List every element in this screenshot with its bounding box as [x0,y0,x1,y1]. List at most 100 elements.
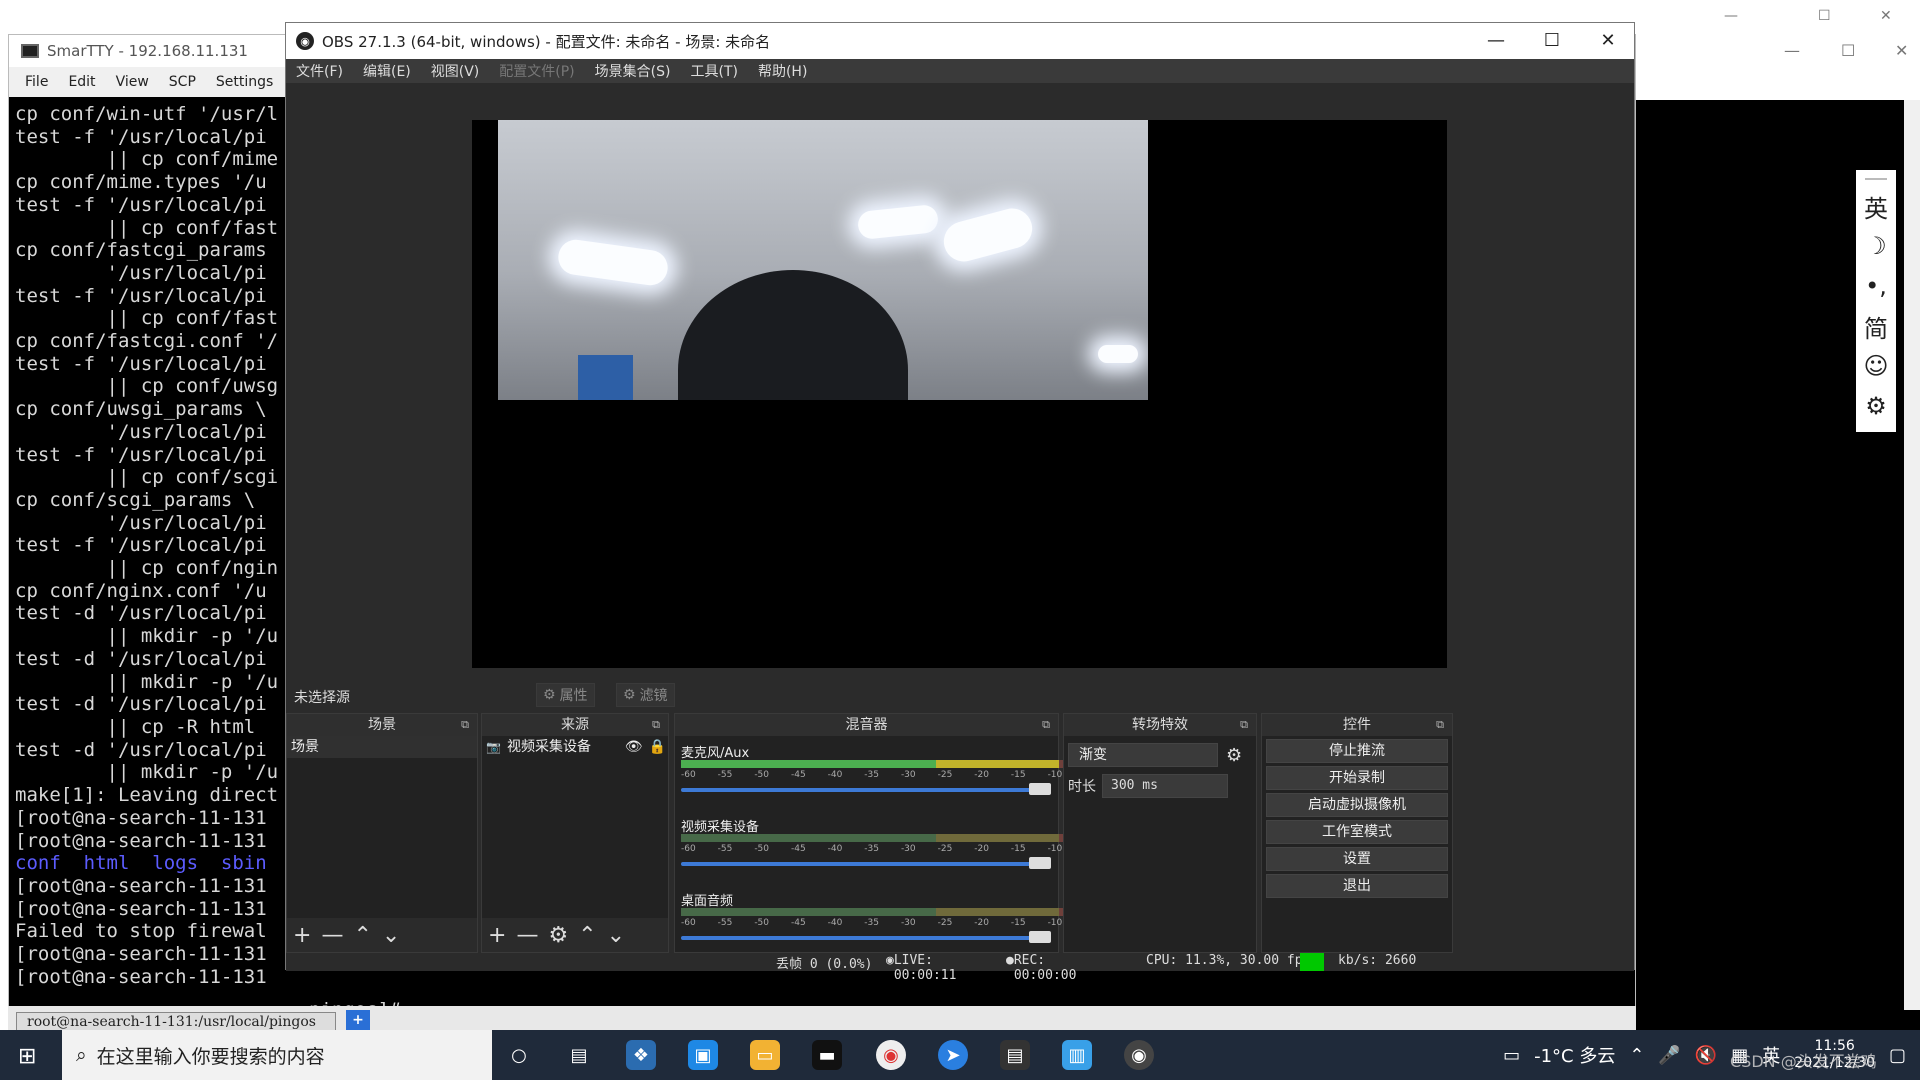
obs-titlebar[interactable]: ◉ OBS 27.1.3 (64-bit, windows) - 配置文件: 未… [286,23,1634,59]
bg-close-icon[interactable]: ✕ [1880,8,1892,24]
ime-simplified-toggle[interactable]: 简 [1864,306,1888,346]
obs-minimize-button[interactable]: — [1468,23,1524,59]
terminal-session-tab[interactable]: root@na-search-11-131:/usr/local/pingos [16,1012,336,1032]
app-icon-1[interactable]: ❖ [626,1040,656,1070]
control-button[interactable]: 工作室模式 [1266,820,1448,844]
chrome-icon[interactable]: ◉ [876,1040,906,1070]
volume-slider-handle[interactable] [1029,783,1051,795]
control-button[interactable]: 退出 [1266,874,1448,898]
duration-input[interactable]: 300 ms [1102,774,1228,798]
obs-menu-item[interactable]: 场景集合(S) [595,61,671,81]
cortana-icon[interactable]: ○ [504,1040,534,1070]
ime-drag-handle[interactable] [1865,178,1887,180]
terminal-output[interactable]: cp conf/win-utf '/usr/l test -f '/usr/loc… [9,99,294,1017]
volume-slider-handle[interactable] [1029,931,1051,943]
ime-settings-icon[interactable]: ⚙ [1865,386,1887,426]
undock-icon[interactable]: ⧉ [652,714,660,736]
control-button[interactable]: 开始录制 [1266,766,1448,790]
taskbar-search[interactable]: ⌕ 在这里输入你要搜索的内容 [62,1030,492,1080]
remove-icon[interactable]: — [321,923,343,948]
notification-icon[interactable]: ▢ [1889,1045,1906,1066]
terminal-maximize-icon[interactable]: ☐ [1841,41,1855,60]
taskbar: ⊞ ⌕ 在这里输入你要搜索的内容 ○ ▤ ❖ ▣ ▭ ▬ ◉ ➤ ▤ ▥ ◉ ▭… [0,1030,1920,1080]
ime-lang-toggle[interactable]: 英 [1864,186,1888,226]
meter-tick: -10 [1047,844,1063,854]
remove-icon[interactable]: — [516,923,538,948]
console-icon[interactable]: ▤ [1000,1040,1030,1070]
obs-menu-item[interactable]: 工具(T) [690,61,737,81]
ime-emoji-icon[interactable]: ☺ [1863,346,1888,386]
ime-moon-icon[interactable]: ☽ [1865,226,1887,266]
volume-slider[interactable] [681,788,1051,792]
volume-slider[interactable] [681,936,1051,940]
file-explorer-icon[interactable]: ▭ [750,1040,780,1070]
bg-minimize-icon[interactable]: — [1724,8,1738,24]
obs-menu-item[interactable]: 文件(F) [296,61,343,81]
ime-punct-icon[interactable]: •, [1865,266,1887,306]
gear-icon[interactable]: ⚙ [1226,745,1242,766]
scene-item[interactable]: 场景 [287,736,477,758]
bg-maximize-icon[interactable]: ☐ [1818,8,1831,24]
lock-icon[interactable]: 🔒 [649,736,666,758]
obs-menu-item[interactable]: 配置文件(P) [499,61,574,81]
wall-sign [578,355,633,400]
sources-footer: + — ⚙ ⌃ ⌄ [482,918,668,952]
terminal-menu-view[interactable]: View [116,74,149,90]
eye-icon[interactable]: 👁 [625,736,643,758]
person-head [678,270,908,400]
transition-select[interactable]: 渐变 [1068,743,1218,767]
gear-icon[interactable]: ⚙ [548,923,568,948]
terminal-close-icon[interactable]: ✕ [1895,41,1908,60]
control-button[interactable]: 设置 [1266,847,1448,871]
obs-menu-item[interactable]: 帮助(H) [758,61,807,81]
obs-window: ◉ OBS 27.1.3 (64-bit, windows) - 配置文件: 未… [285,22,1635,983]
terminal-menu-settings[interactable]: Settings [216,74,273,90]
terminal-menu-file[interactable]: File [25,74,48,90]
battery-icon[interactable]: ▭ [1503,1045,1520,1066]
undock-icon[interactable]: ⧉ [1240,714,1248,736]
source-item[interactable]: 📷 视频采集设备 👁 🔒 [482,736,668,758]
preview-canvas[interactable] [472,120,1447,668]
windows-start-icon[interactable]: ⊞ [18,1044,36,1069]
undock-icon[interactable]: ⧉ [1042,714,1050,736]
add-tab-button[interactable]: + [346,1010,370,1030]
chevron-up-icon[interactable]: ⌃ [1629,1045,1644,1066]
terminal-minimize-icon[interactable]: — [1784,41,1800,60]
move-up-icon[interactable]: ⌃ [578,923,596,948]
terminal-scrollbar[interactable] [1904,100,1920,1010]
filters-button[interactable]: ⚙ 滤镜 [616,683,675,707]
obs-menu-item[interactable]: 编辑(E) [363,61,411,81]
volume-slider-handle[interactable] [1029,857,1051,869]
obs-taskbar-icon[interactable]: ◉ [1124,1040,1154,1070]
add-icon[interactable]: + [488,923,506,948]
move-up-icon[interactable]: ⌃ [353,923,371,948]
terminal-line: cp conf/uwsgi_params \ [15,398,267,421]
obs-menu-item[interactable]: 视图(V) [431,61,480,81]
task-view-icon[interactable]: ▤ [564,1040,594,1070]
terminal-menu-edit[interactable]: Edit [68,74,95,90]
meter-yellow [936,908,1060,916]
remote-desktop-icon[interactable]: ▥ [1062,1040,1092,1070]
control-button[interactable]: 停止推流 [1266,739,1448,763]
move-down-icon[interactable]: ⌄ [382,923,400,948]
terminal-menu-scp[interactable]: SCP [169,74,196,90]
obs-close-button[interactable]: ✕ [1580,23,1636,59]
terminal-line: test -f '/usr/local/pi [15,284,267,307]
feishu-icon[interactable]: ➤ [938,1040,968,1070]
preview-area[interactable] [286,83,1634,677]
volume-mute-icon[interactable]: 🔇 [1695,1045,1717,1066]
terminal-icon[interactable]: ▬ [812,1040,842,1070]
properties-button[interactable]: ⚙ 属性 [536,683,595,707]
undock-icon[interactable]: ⧉ [1436,714,1444,736]
volume-slider[interactable] [681,862,1051,866]
app-icon-2[interactable]: ▣ [688,1040,718,1070]
obs-maximize-button[interactable]: ☐ [1524,23,1580,59]
terminal-line: cp conf/win-utf '/usr/l [15,103,279,125]
video-capture-source[interactable] [498,120,1148,400]
add-icon[interactable]: + [293,923,311,948]
weather[interactable]: -1°C 多云 [1534,1042,1615,1068]
control-button[interactable]: 启动虚拟摄像机 [1266,793,1448,817]
undock-icon[interactable]: ⧉ [461,714,469,736]
mic-icon[interactable]: 🎤 [1658,1045,1680,1066]
move-down-icon[interactable]: ⌄ [607,923,625,948]
